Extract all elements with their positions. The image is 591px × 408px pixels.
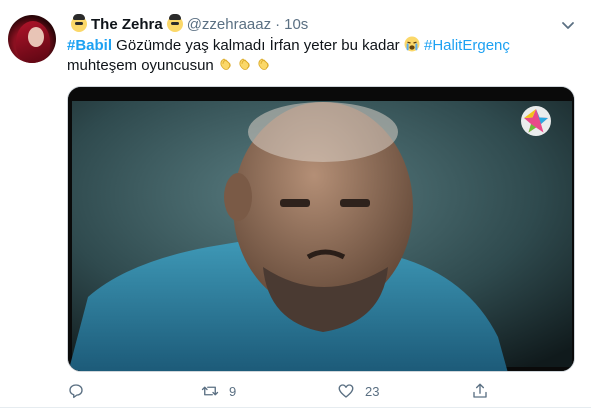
reply-icon [69,384,83,399]
tweet-media-image[interactable] [67,86,575,372]
share-icon [473,383,487,398]
chevron-down-icon[interactable] [558,15,578,35]
like-button[interactable]: 23 [337,380,379,402]
user-handle[interactable]: @zzehraaaz [187,16,271,33]
loudly-crying-face-icon [404,36,420,52]
hashtag-babil[interactable]: #Babil [67,37,112,54]
tweet-text-part2: muhteşem oyuncusun [67,57,218,74]
tweet-actions: 9 23 [67,380,572,402]
tv-channel-star-logo-icon [521,106,551,136]
avatar-face [28,27,44,47]
separator-dot: · [275,15,281,33]
tweet-card[interactable]: The Zehra @zzehraaaz · 10s #Babil Gözümd… [0,0,591,408]
hashtag-halitergenc[interactable]: #HalitErgenç [424,37,510,54]
retweet-count: 9 [229,383,237,399]
heart-icon [338,384,354,398]
retweet-icon [201,386,219,396]
tweet-header: The Zehra @zzehraaaz · 10s [67,14,308,34]
share-button[interactable] [471,380,499,402]
tweet-timestamp[interactable]: 10s [284,16,308,33]
clapping-hands-icon [220,58,231,70]
retweet-button[interactable]: 9 [201,380,236,402]
sunglasses-emoji-icon [166,14,183,32]
tweet-text: #Babil Gözümde yaş kalmadı İrfan yeter b… [67,36,572,76]
tweet-text-part1: Gözümde yaş kalmadı İrfan yeter bu kadar [112,37,404,54]
avatar[interactable] [8,15,56,63]
clapping-hands-icon [239,58,250,70]
like-count: 23 [365,383,380,399]
reply-button[interactable] [67,380,95,402]
clapping-hands-icon [258,58,269,70]
media-video-frame [68,87,574,371]
sunglasses-emoji-icon [71,14,87,32]
display-name[interactable]: The Zehra [91,16,163,33]
